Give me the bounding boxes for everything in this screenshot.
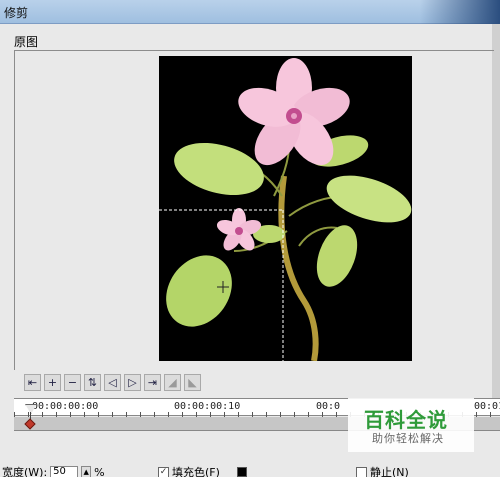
timecode-start: 00:00:00:00 — [32, 401, 99, 412]
static-checkbox[interactable] — [356, 466, 367, 477]
fill-color-swatch[interactable] — [236, 467, 247, 477]
preview-canvas[interactable] — [159, 56, 412, 361]
width-spinner-icon[interactable]: ▲ — [81, 466, 92, 477]
options-row: 宽度(W): 50 ▲ % ✓ 填充色(F) 静止(N) — [0, 464, 500, 477]
minus-icon[interactable]: − — [64, 374, 81, 391]
prev-keyframe-icon[interactable]: ◁ — [104, 374, 121, 391]
timecode-30: 00:01 — [474, 401, 500, 412]
flip-icon[interactable]: ⇅ — [84, 374, 101, 391]
title-bar-decoration — [420, 0, 500, 24]
arrow-left-icon[interactable]: ⇤ — [24, 374, 41, 391]
width-unit: % — [94, 465, 105, 477]
keyframe-toolbar: ⇤ + − ⇅ ◁ ▷ ⇥ ◢ ◣ — [24, 374, 201, 392]
arrow-right-icon[interactable]: ⇥ — [144, 374, 161, 391]
width-control: 宽度(W): 50 ▲ % — [2, 464, 105, 477]
static-label: 静止(N) — [370, 466, 409, 477]
flower-image — [159, 58, 412, 361]
group-label: 原图 — [14, 35, 39, 49]
watermark-title: 百科全说 — [364, 408, 448, 432]
title-bar: 修剪 — [0, 0, 500, 24]
plus-icon[interactable]: + — [44, 374, 61, 391]
next-keyframe-icon[interactable]: ▷ — [124, 374, 141, 391]
timecode-20: 00:0 — [316, 401, 341, 412]
fill-color-control: ✓ 填充色(F) — [158, 464, 247, 477]
watermark: 百科全说 助你轻松解决 — [348, 398, 474, 452]
static-control: 静止(N) — [356, 464, 409, 477]
watermark-subtitle: 助你轻松解决 — [372, 432, 444, 445]
disabled-b-icon[interactable]: ◣ — [184, 374, 201, 391]
window-title: 修剪 — [4, 6, 29, 20]
width-label: 宽度(W): — [2, 466, 48, 477]
timecode-10: 00:00:00:10 — [174, 401, 241, 412]
fill-color-checkbox[interactable]: ✓ — [158, 466, 169, 477]
fill-color-label: 填充色(F) — [172, 466, 220, 477]
disabled-a-icon[interactable]: ◢ — [164, 374, 181, 391]
width-input[interactable]: 50 — [50, 466, 79, 477]
